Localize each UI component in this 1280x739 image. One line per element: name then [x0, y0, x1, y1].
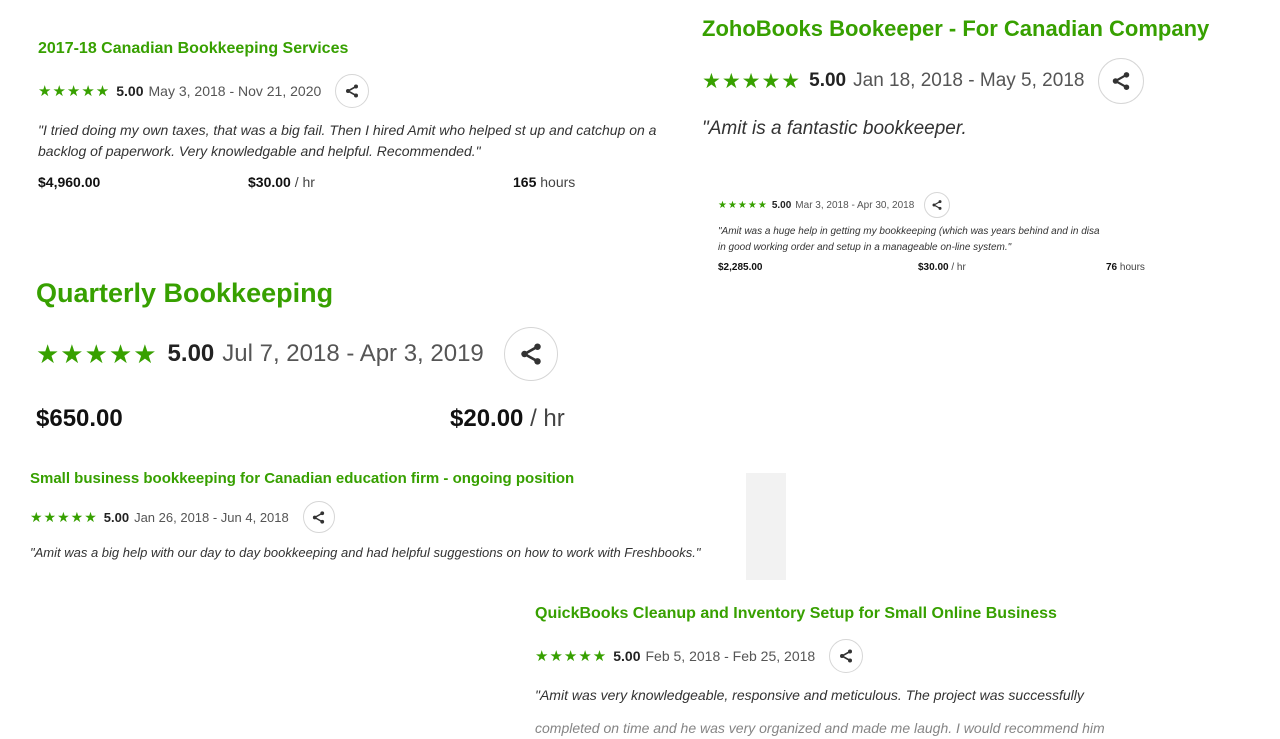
share-icon [1113, 72, 1130, 90]
share-button[interactable] [1098, 58, 1145, 104]
hourly-rate: $30.00 [918, 262, 949, 273]
job-title-link[interactable]: ZohoBooks Bookeeper - For Canadian Compa… [702, 16, 1280, 42]
rating-row: ★★★★★ 5.00 Jan 18, 2018 - May 5, 2018 [702, 58, 1280, 104]
rate-unit: / hr [951, 262, 966, 273]
hours-worked: 165 [513, 174, 537, 190]
share-icon [346, 84, 359, 98]
rate-unit: / hr [294, 174, 315, 190]
rating-row: ★★★★★ 5.00 Jul 7, 2018 - Apr 3, 2019 [36, 327, 676, 381]
total-earned: $650.00 [36, 405, 123, 432]
star-rating-icon: ★★★★★ [702, 69, 802, 93]
job-stats: $2,285.00 $30.00 / hr 76 hours [718, 262, 1278, 273]
review-quote-line: in good working order and setup in a man… [718, 242, 1012, 253]
share-button[interactable] [335, 74, 370, 108]
date-range: Feb 5, 2018 - Feb 25, 2018 [645, 648, 816, 664]
job-card-education-firm: Small business bookkeeping for Canadian … [30, 470, 720, 563]
rating-row: ★★★★★ 5.00 Mar 3, 2018 - Apr 30, 2018 [718, 192, 1278, 218]
review-quote: "I tried doing my own taxes, that was a … [38, 122, 657, 159]
review-quote: "Amit is a fantastic bookkeeper. [702, 118, 967, 139]
rating-score: 5.00 [771, 199, 792, 211]
job-title-link[interactable]: Quarterly Bookkeeping [36, 278, 676, 309]
rating-score: 5.00 [103, 509, 130, 525]
review-quote: "Amit was a big help with our day to day… [30, 545, 701, 560]
share-button[interactable] [302, 501, 335, 533]
hours-unit: hours [540, 174, 576, 190]
job-card-quickbooks-cleanup: QuickBooks Cleanup and Inventory Setup f… [535, 605, 1280, 739]
rating-row: ★★★★★ 5.00 Jan 26, 2018 - Jun 4, 2018 [30, 501, 720, 533]
share-icon [932, 200, 942, 210]
share-button[interactable] [829, 639, 864, 673]
hourly-rate: $20.00 [450, 405, 524, 432]
date-range: May 3, 2018 - Nov 21, 2020 [148, 83, 322, 99]
rate-unit: / hr [530, 405, 565, 432]
review-quote-line: "Amit was a huge help in getting my book… [718, 226, 1100, 237]
rating-score: 5.00 [167, 340, 215, 367]
date-range: Jan 18, 2018 - May 5, 2018 [853, 70, 1085, 91]
date-range: Mar 3, 2018 - Apr 30, 2018 [795, 199, 915, 211]
job-card-zohobooks: ZohoBooks Bookeeper - For Canadian Compa… [702, 16, 1280, 140]
share-button[interactable] [924, 192, 951, 218]
star-rating-icon: ★★★★★ [30, 508, 98, 525]
job-stats: $4,960.00 $30.00 / hr 165 hours [38, 174, 678, 190]
share-icon [521, 343, 541, 365]
job-title-link[interactable]: 2017-18 Canadian Bookkeeping Services [38, 40, 678, 58]
date-range: Jan 26, 2018 - Jun 4, 2018 [134, 509, 289, 525]
hours-worked: 76 [1106, 262, 1118, 273]
share-button[interactable] [503, 327, 558, 381]
hourly-rate: $30.00 [248, 174, 291, 190]
job-card-canadian-bookkeeping: 2017-18 Canadian Bookkeeping Services ★★… [38, 40, 678, 190]
job-stats: $650.00 $20.00 / hr [36, 405, 676, 433]
job-title-link[interactable]: QuickBooks Cleanup and Inventory Setup f… [535, 605, 1280, 623]
share-icon [313, 510, 325, 524]
rating-row: ★★★★★ 5.00 May 3, 2018 - Nov 21, 2020 [38, 74, 678, 108]
rating-score: 5.00 [116, 83, 144, 99]
star-rating-icon: ★★★★★ [535, 648, 608, 665]
rating-score: 5.00 [809, 70, 847, 91]
gray-panel [746, 473, 786, 580]
total-earned: $4,960.00 [38, 174, 101, 190]
star-rating-icon: ★★★★★ [36, 338, 158, 369]
share-icon [840, 649, 853, 663]
total-earned: $2,285.00 [718, 262, 763, 273]
review-quote: "Amit was a huge help in getting my book… [718, 224, 1258, 256]
rating-row: ★★★★★ 5.00 Feb 5, 2018 - Feb 25, 2018 [535, 639, 1280, 673]
rating-score: 5.00 [613, 648, 641, 664]
job-card-bookkeeping-help: ★★★★★ 5.00 Mar 3, 2018 - Apr 30, 2018 "A… [718, 192, 1278, 273]
review-quote: completed on time and he was very organi… [535, 720, 1105, 736]
date-range: Jul 7, 2018 - Apr 3, 2019 [222, 340, 484, 367]
review-quote: "Amit was very knowledgeable, responsive… [535, 687, 1084, 703]
job-title-link[interactable]: Small business bookkeeping for Canadian … [30, 470, 720, 487]
job-card-quarterly-bookkeeping: Quarterly Bookkeeping ★★★★★ 5.00 Jul 7, … [36, 278, 676, 433]
hours-unit: hours [1119, 262, 1145, 273]
star-rating-icon: ★★★★★ [38, 83, 111, 100]
star-rating-icon: ★★★★★ [718, 199, 768, 211]
